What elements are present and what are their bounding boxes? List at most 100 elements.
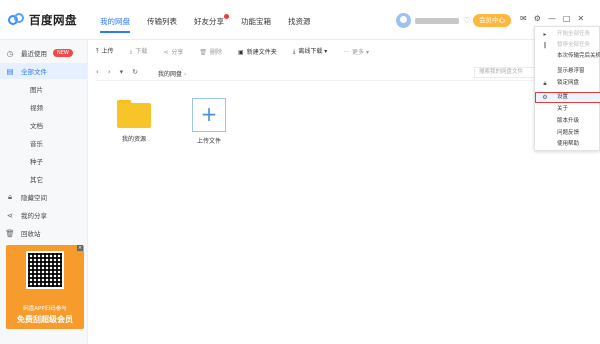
download-icon: ⤓ — [129, 48, 133, 55]
promo-line1: 网盘APP扫码参与 — [23, 306, 67, 312]
sidebar-item-label: 全部文件 — [21, 68, 47, 76]
avatar[interactable] — [396, 13, 411, 28]
delete-label: 删除 — [210, 48, 223, 56]
forward-icon[interactable]: › — [108, 68, 111, 76]
app-name: 百度网盘 — [29, 13, 77, 27]
promo-banner[interactable]: × 网盘APP扫码参与 免费刮超级会员 — [6, 245, 84, 329]
sidebar-item-label: 最近使用 — [21, 50, 47, 58]
tab-my-disk[interactable]: 我的网盘 — [100, 16, 130, 33]
lock-icon: 🔒︎ — [543, 80, 547, 87]
breadcrumb-item[interactable]: 我的网盘 — [158, 71, 182, 78]
tab-transfer[interactable]: 传输列表 — [147, 16, 177, 33]
tab-find-resource[interactable]: 找资源 — [288, 16, 311, 33]
user-profile[interactable]: ♡ — [396, 13, 470, 28]
sidebar-item-label: 回收站 — [21, 230, 41, 238]
sidebar-item-hidden[interactable]: 🔒︎ 隐藏空间 — [0, 189, 88, 205]
menu-item-label: 锁定网盘 — [557, 80, 580, 86]
menu-item-settings[interactable]: ⚙ 设置 — [535, 92, 600, 103]
qr-code — [26, 251, 64, 289]
vip-center-button[interactable]: 会员中心 — [473, 14, 511, 27]
maximize-icon[interactable]: □ — [563, 14, 571, 23]
tab-friend-share[interactable]: 好友分享 — [194, 14, 229, 33]
new-folder-label: 新建文件夹 — [246, 48, 277, 56]
sidebar-item-torrent[interactable]: 种子 — [0, 153, 88, 169]
tab-friend-share-label: 好友分享 — [194, 17, 224, 26]
sidebar-item-music[interactable]: 音乐 — [0, 135, 88, 151]
sidebar-item-videos[interactable]: 视频 — [0, 99, 88, 115]
app-logo: 百度网盘 — [8, 12, 77, 28]
menu-item-label: 开始全部任务 — [557, 31, 591, 37]
breadcrumb[interactable]: 我的网盘 › — [158, 69, 186, 78]
download-button[interactable]: ⤓ 下载 — [130, 46, 148, 56]
settings-menu: ▸ 开始全部任务 ‖ 暂停全部任务 本次传输完后关机 显示悬浮窗 🔒︎ 锁定网盘 ⚙ 设… — [534, 26, 600, 151]
new-badge: NEW — [53, 49, 73, 57]
folder-icon — [117, 100, 151, 128]
sidebar-item-label: 我的分享 — [21, 212, 47, 220]
minimize-icon[interactable]: — — [548, 14, 556, 23]
offline-download-label: 离线下载 — [298, 48, 323, 55]
close-icon[interactable]: × — [77, 245, 83, 251]
new-folder-button[interactable]: ▣ 新建文件夹 — [238, 47, 277, 56]
sidebar-item-all-files[interactable]: ▤ 全部文件 — [0, 63, 88, 79]
main-tabs: 我的网盘 传输列表 好友分享 功能宝箱 找资源 — [100, 14, 311, 33]
trash-icon: 🗑︎ — [5, 228, 15, 238]
upload-label: 上传 — [101, 48, 114, 55]
play-icon: ▸ — [543, 31, 547, 38]
sidebar-item-docs[interactable]: 文档 — [0, 117, 88, 133]
breadcrumb-separator: › — [183, 71, 187, 78]
menu-item-start-all[interactable]: ▸ 开始全部任务 — [535, 29, 600, 40]
sidebar-item-label: 隐藏空间 — [21, 194, 47, 202]
username-blurred — [415, 17, 459, 24]
trash-icon: 🗑︎ — [199, 48, 208, 56]
sidebar-item-my-share[interactable]: ⋖ 我的分享 — [0, 207, 88, 223]
close-icon[interactable]: ✕ — [577, 14, 584, 23]
download-label: 下载 — [135, 48, 148, 55]
more-button[interactable]: ··· 更多 ▾ — [343, 47, 369, 56]
refresh-icon[interactable]: ↻ — [132, 68, 138, 76]
sidebar-item-recycle[interactable]: 🗑︎ 回收站 — [0, 225, 88, 241]
history-dropdown-icon[interactable]: ▾ — [120, 68, 124, 76]
upload-icon: ⤒ — [96, 48, 99, 55]
file-icon: ▤ — [6, 66, 14, 76]
share-label: 分享 — [171, 48, 184, 56]
delete-button[interactable]: 🗑︎ 删除 — [199, 47, 222, 56]
settings-icon[interactable]: ⚙ — [534, 14, 541, 23]
sidebar-item-other[interactable]: 其它 — [0, 171, 88, 187]
toolbar: ⤒ 上传 ⤓ 下载 ⋖ 分享 🗑︎ 删除 ▣ 新建文件夹 ⤓ 离线下载 ▾ ··· 更多 ▾ — [96, 46, 369, 56]
menu-item-shutdown[interactable]: 本次传输完后关机 — [535, 51, 600, 62]
share-icon: ⋖ — [6, 210, 14, 220]
menu-item-upgrade[interactable]: 版本升级 — [535, 116, 600, 127]
more-icon: ··· — [343, 48, 350, 56]
folder-item[interactable]: 我的资源 — [104, 100, 164, 143]
folder-plus-icon: ▣ — [238, 48, 244, 56]
offline-download-button[interactable]: ⤓ 离线下载 ▾ — [293, 46, 328, 56]
promo-line2: 免费刮超级会员 — [17, 315, 73, 324]
sidebar-item-recent[interactable]: ◷ 最近使用 NEW — [0, 45, 88, 61]
more-label: 更多 — [352, 48, 365, 56]
menu-item-float-window[interactable]: 显示悬浮窗 — [535, 66, 600, 77]
menu-item-pause-all[interactable]: ‖ 暂停全部任务 — [535, 40, 600, 51]
sidebar-item-images[interactable]: 图片 — [0, 81, 88, 97]
cloud-logo-icon — [8, 13, 25, 27]
window-controls: ✉ ⚙ — □ ✕ — [520, 14, 584, 23]
menu-item-feedback[interactable]: 问题反馈 — [535, 128, 600, 139]
upload-button[interactable]: ⤒ 上传 — [96, 46, 114, 56]
tab-toolbox[interactable]: 功能宝箱 — [241, 16, 271, 33]
address-bar: ‹ › ▾ ↻ 我的网盘 › 搜索我的网盘文件 — [96, 64, 600, 81]
plus-icon: + — [192, 98, 226, 132]
gear-icon: ⚙ — [542, 94, 548, 101]
menu-item-label: 设置 — [557, 94, 569, 100]
clock-icon: ◷ — [6, 48, 14, 58]
menu-item-help[interactable]: 使用帮助 — [535, 139, 600, 150]
menu-item-about[interactable]: 关于 — [535, 104, 600, 115]
title-bar: 百度网盘 我的网盘 传输列表 好友分享 功能宝箱 找资源 ♡ 会员中心 ✉ ⚙ … — [0, 0, 600, 40]
share-icon: ⋖ — [163, 48, 169, 56]
menu-item-label: 暂停全部任务 — [557, 42, 591, 48]
share-button[interactable]: ⋖ 分享 — [163, 47, 183, 56]
mail-icon[interactable]: ✉ — [520, 14, 527, 23]
pause-icon: ‖ — [543, 42, 547, 49]
upload-file-item[interactable]: + 上传文件 — [179, 98, 239, 145]
heart-icon: ♡ — [463, 16, 471, 25]
menu-item-lock[interactable]: 🔒︎ 锁定网盘 — [535, 78, 600, 89]
back-icon[interactable]: ‹ — [96, 68, 99, 76]
